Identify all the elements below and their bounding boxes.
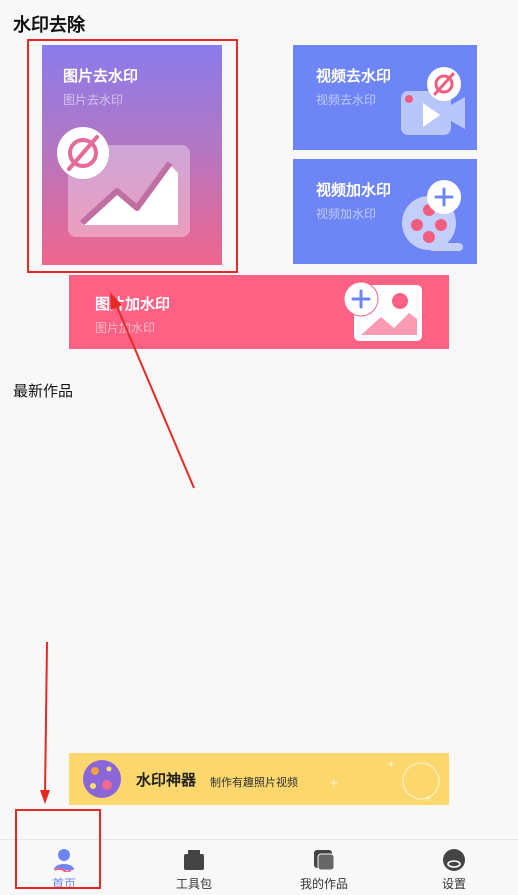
annotation-arrows: [40, 292, 195, 804]
